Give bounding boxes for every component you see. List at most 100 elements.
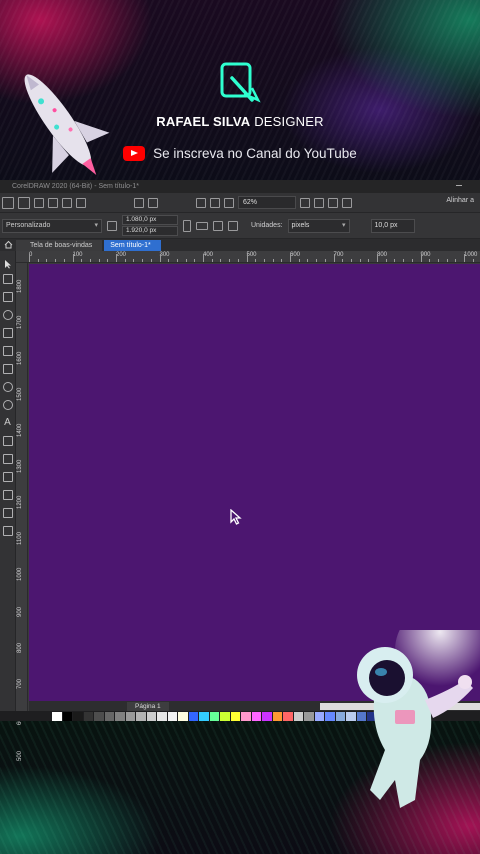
ruler-tick — [37, 259, 39, 262]
palette-swatch[interactable] — [157, 711, 168, 721]
ruler-tick — [298, 259, 300, 262]
palette-swatch[interactable] — [188, 711, 199, 721]
horizontal-ruler[interactable]: 0 100 200 300 400 500 600 700 800 900 1000 — [16, 251, 480, 263]
palette-swatch[interactable] — [220, 711, 231, 721]
palette-swatch[interactable] — [167, 711, 178, 721]
brand-name: RAFAEL SILVA DESIGNER — [0, 114, 480, 129]
drop-shadow-tool-icon[interactable] — [2, 472, 13, 482]
rectangle-tool-icon[interactable] — [2, 364, 13, 374]
landscape-icon[interactable] — [196, 221, 208, 230]
home-icon[interactable] — [4, 240, 13, 249]
palette-swatch[interactable] — [178, 711, 189, 721]
publish-pdf-icon[interactable] — [224, 197, 234, 208]
align-label[interactable]: Alinhar a — [446, 197, 474, 204]
tab-welcome[interactable]: Tela de boas-vindas — [16, 240, 103, 251]
subscribe-banner[interactable]: Se inscreva no Canal do YouTube — [0, 146, 480, 161]
palette-swatch[interactable] — [146, 711, 157, 721]
cloud-download-icon[interactable] — [62, 197, 72, 208]
minimize-icon[interactable] — [456, 185, 462, 186]
ruler-tick — [350, 259, 352, 262]
ruler-tick — [142, 259, 144, 262]
zoom-level-field[interactable]: 62% — [238, 196, 296, 209]
export-icon[interactable] — [210, 197, 220, 208]
palette-swatch[interactable] — [251, 711, 262, 721]
connector-tool-icon[interactable] — [2, 454, 13, 464]
palette-swatch[interactable] — [83, 711, 94, 721]
artistic-media-tool-icon[interactable] — [2, 346, 13, 356]
palette-swatch[interactable] — [52, 711, 63, 721]
palette-swatch[interactable] — [115, 711, 126, 721]
ruler-tick — [377, 254, 378, 262]
pick-tool-icon[interactable] — [3, 256, 13, 269]
palette-swatch[interactable] — [94, 711, 105, 721]
palette-swatch[interactable] — [104, 711, 115, 721]
new-document-icon[interactable] — [2, 196, 14, 209]
page-preset-select[interactable]: Personalizado — [2, 218, 102, 233]
zoom-tool-icon[interactable] — [2, 310, 13, 320]
page-tab[interactable]: Página 1 — [127, 701, 169, 711]
guidelines-icon[interactable] — [342, 197, 352, 208]
subscribe-text: Se inscreva no Canal do YouTube — [153, 146, 357, 161]
parallel-dimension-tool-icon[interactable] — [2, 436, 13, 446]
rulers-icon[interactable] — [314, 197, 324, 208]
ruler-left-label: 1200 — [17, 495, 23, 509]
eyedropper-tool-icon[interactable] — [2, 508, 13, 518]
text-tool-icon[interactable]: A — [3, 418, 13, 428]
print-icon[interactable] — [76, 197, 86, 208]
grid-icon[interactable] — [328, 197, 338, 208]
shape-tool-icon[interactable] — [2, 274, 13, 284]
current-page-icon[interactable] — [228, 220, 238, 231]
tab-document[interactable]: Sem título-1* — [104, 240, 161, 251]
cloud-upload-icon[interactable] — [48, 197, 58, 208]
ruler-left-label: 1300 — [17, 459, 23, 473]
palette-swatch[interactable] — [293, 711, 304, 721]
import-icon[interactable] — [196, 197, 206, 208]
ruler-tick — [81, 259, 83, 262]
vertical-ruler[interactable]: 1800 1700 1600 1500 1400 1300 1200 1100 1000 900 8… — [16, 263, 28, 761]
ruler-tick — [29, 254, 30, 262]
all-pages-icon[interactable] — [213, 220, 223, 231]
palette-swatch[interactable] — [199, 711, 210, 721]
units-select[interactable]: pixels — [287, 218, 350, 233]
palette-swatch[interactable] — [304, 711, 315, 721]
nudge-distance-field[interactable]: 10,0 px — [370, 218, 415, 233]
ruler-tick — [185, 259, 187, 262]
ruler-tick — [429, 259, 431, 262]
palette-swatch[interactable] — [209, 711, 220, 721]
ruler-tick — [290, 254, 291, 262]
ruler-tick — [168, 259, 170, 262]
page-width-field[interactable]: 1.080,0 px — [122, 215, 178, 225]
save-icon[interactable] — [34, 197, 44, 208]
palette-swatch[interactable] — [125, 711, 136, 721]
polygon-tool-icon[interactable] — [2, 400, 13, 410]
open-icon[interactable] — [18, 196, 30, 209]
page-height-field[interactable]: 1.920,0 px — [122, 226, 178, 236]
copy-icon[interactable] — [134, 197, 144, 208]
palette-swatch[interactable] — [136, 711, 147, 721]
palette-swatch[interactable] — [262, 711, 273, 721]
crop-tool-icon[interactable] — [2, 292, 13, 302]
palette-swatch[interactable] — [314, 711, 325, 721]
palette-swatch[interactable] — [241, 711, 252, 721]
undo-icon[interactable] — [148, 197, 158, 208]
ruler-top-label: 500 — [246, 252, 257, 258]
ruler-left-label: 1000 — [17, 567, 23, 581]
ellipse-tool-icon[interactable] — [2, 382, 13, 392]
ruler-tick — [176, 259, 178, 262]
freehand-tool-icon[interactable] — [2, 328, 13, 338]
interactive-fill-tool-icon[interactable] — [2, 526, 13, 536]
palette-swatch[interactable] — [283, 711, 294, 721]
palette-swatch[interactable] — [325, 711, 336, 721]
transparency-tool-icon[interactable] — [2, 490, 13, 500]
ruler-tick — [281, 259, 283, 262]
palette-swatch[interactable] — [73, 711, 84, 721]
palette-swatch[interactable] — [62, 711, 73, 721]
ruler-tick — [220, 259, 222, 262]
property-bar: Personalizado 1.080,0 px 1.920,0 px Unid… — [0, 213, 480, 239]
palette-swatch[interactable] — [230, 711, 241, 721]
portrait-icon[interactable] — [183, 219, 191, 232]
full-screen-icon[interactable] — [300, 197, 310, 208]
palette-swatch[interactable] — [272, 711, 283, 721]
ruler-tick — [98, 259, 100, 262]
ruler-tick — [124, 259, 126, 262]
